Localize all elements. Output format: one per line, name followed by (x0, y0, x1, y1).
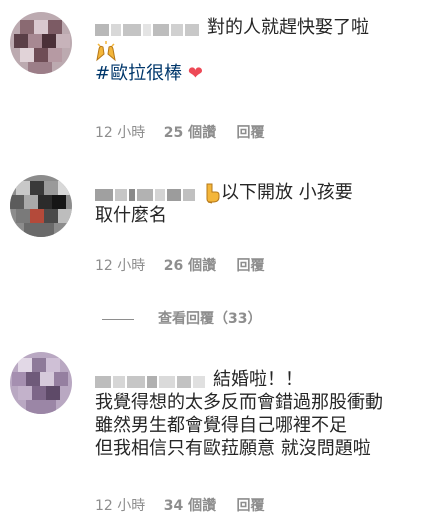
likes-count[interactable]: 25 個讚 (164, 122, 216, 142)
comment-text-line-1: 結婚啦！！ (213, 369, 303, 390)
comment-text-continued: 取什麼名 (95, 205, 167, 226)
comment-text-line-3: 雖然男生都會覺得自己哪裡不足 (95, 415, 347, 436)
blurred-username[interactable] (95, 371, 207, 388)
timestamp[interactable]: 12 小時 (95, 495, 145, 515)
reply-button[interactable]: 回覆 (237, 255, 265, 275)
reply-button[interactable]: 回覆 (237, 495, 265, 515)
timestamp[interactable]: 12 小時 (95, 255, 145, 275)
divider-line (102, 318, 134, 320)
comment-text: 對的人就趕快娶了啦 (207, 17, 369, 38)
comment-text: 以下開放 小孩要 (221, 182, 353, 203)
likes-count[interactable]: 26 個讚 (164, 255, 216, 275)
comment-meta: 12 小時 25 個讚 回覆 (95, 122, 265, 142)
comment-meta: 12 小時 34 個讚 回覆 (95, 495, 265, 515)
pointing-down-icon (203, 182, 221, 204)
raising-hands-icon (95, 40, 117, 62)
comment-body: 對的人就趕快娶了啦 #歐拉很棒 ❤ (95, 16, 435, 85)
blurred-username[interactable] (95, 184, 197, 201)
blurred-username[interactable] (95, 19, 201, 36)
hashtag-link[interactable]: #歐拉很棒 (95, 63, 182, 84)
comment-text-line-2: 我覺得想的太多反而會錯過那股衝動 (95, 392, 383, 413)
comment-body: 以下開放 小孩要 取什麼名 (95, 181, 435, 227)
comment-1: 對的人就趕快娶了啦 #歐拉很棒 ❤ 12 小時 25 個讚 回覆 (0, 0, 439, 150)
reply-button[interactable]: 回覆 (237, 122, 265, 142)
view-replies-label: 查看回覆（33） (158, 311, 262, 327)
red-heart-icon: ❤ (187, 63, 203, 84)
timestamp[interactable]: 12 小時 (95, 122, 145, 142)
likes-count[interactable]: 34 個讚 (164, 495, 216, 515)
avatar[interactable] (10, 12, 72, 74)
view-replies-button[interactable]: 查看回覆（33） (102, 308, 261, 328)
avatar[interactable] (10, 175, 72, 237)
comment-text-line-4: 但我相信只有歐菈願意 就沒問題啦 (95, 438, 371, 459)
comment-body: 結婚啦！！ 我覺得想的太多反而會錯過那股衝動 雖然男生都會覺得自己哪裡不足 但我… (95, 368, 435, 460)
comment-meta: 12 小時 26 個讚 回覆 (95, 255, 265, 275)
avatar[interactable] (10, 352, 72, 414)
